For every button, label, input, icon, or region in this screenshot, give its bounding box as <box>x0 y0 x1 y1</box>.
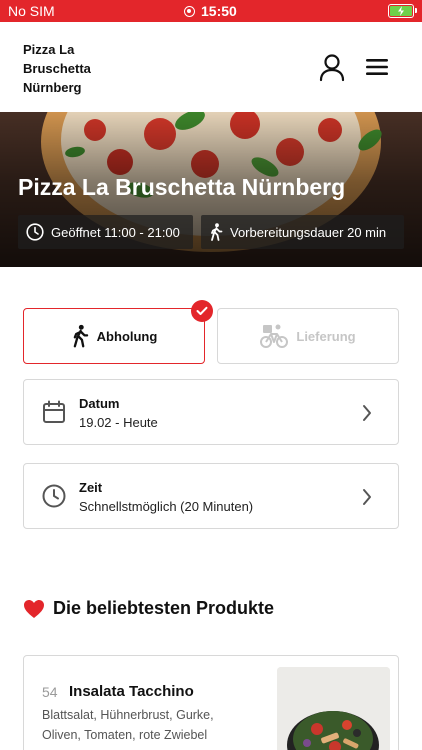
user-icon <box>319 54 345 82</box>
delivery-option-button[interactable]: Lieferung <box>217 308 399 364</box>
chevron-right-icon <box>363 405 371 421</box>
opening-hours-chip: Geöffnet 11:00 - 21:00 <box>18 215 193 249</box>
walking-person-icon <box>211 223 223 241</box>
opening-hours-text: Geöffnet 11:00 - 21:00 <box>51 224 180 240</box>
heart-icon <box>24 599 44 618</box>
status-time: 15:50 <box>184 3 237 19</box>
clock-icon <box>26 223 44 241</box>
status-bar: No SIM 15:50 <box>0 0 422 22</box>
time-value: Schnellstmöglich (20 Minuten) <box>79 499 254 514</box>
popular-products-heading: Die beliebtesten Produkte <box>23 598 274 619</box>
product-image <box>277 667 390 750</box>
date-value: 19.02 - Heute <box>79 415 158 430</box>
bike-courier-icon <box>260 324 289 348</box>
popular-products-title: Die beliebtesten Produkte <box>53 598 275 618</box>
delivery-label: Lieferung <box>296 328 356 344</box>
date-label: Datum <box>79 396 120 411</box>
time-selector[interactable]: Zeit Schnellstmöglich (20 Minuten) <box>23 463 399 529</box>
chevron-right-icon <box>363 489 371 505</box>
product-description: Blattsalat, Hühnerbrust, Gurke, Oliven, … <box>42 708 214 742</box>
hero-banner: Pizza La Bruschetta Nürnberg Geöffnet 11… <box>0 112 422 267</box>
product-name: Insalata Tacchino <box>69 683 194 700</box>
hero-title: Pizza La Bruschetta Nürnberg <box>18 174 346 200</box>
clock-icon <box>42 484 66 508</box>
walking-person-icon <box>73 324 88 348</box>
app-header: Pizza La Bruschetta Nürnberg <box>0 22 422 112</box>
calendar-icon <box>43 400 65 423</box>
check-icon <box>196 306 208 315</box>
time-label: Zeit <box>79 480 103 495</box>
screen-recording-icon <box>184 5 195 17</box>
preparation-time-text: Vorbereitungsdauer 20 min <box>230 224 387 240</box>
carrier-label: No SIM <box>8 3 55 19</box>
battery-icon <box>388 4 417 18</box>
date-selector[interactable]: Datum 19.02 - Heute <box>23 379 399 445</box>
user-account-button[interactable] <box>318 53 346 83</box>
hamburger-menu-icon <box>366 59 388 75</box>
pickup-option-button[interactable]: Abholung <box>23 308 205 364</box>
selected-check-badge <box>191 300 213 322</box>
restaurant-logo-text[interactable]: Pizza La Bruschetta Nürnberg <box>23 40 113 97</box>
product-number: 54 <box>42 684 58 700</box>
menu-button[interactable] <box>364 56 390 78</box>
pickup-label: Abholung <box>96 328 158 344</box>
restaurant-page: No SIM 15:50 Pizza La Bruschetta Nürnber… <box>0 0 422 750</box>
preparation-time-chip: Vorbereitungsdauer 20 min <box>201 215 404 249</box>
product-card[interactable]: 54 Insalata Tacchino Blattsalat, Hühnerb… <box>23 655 399 750</box>
clock-time: 15:50 <box>201 3 237 19</box>
